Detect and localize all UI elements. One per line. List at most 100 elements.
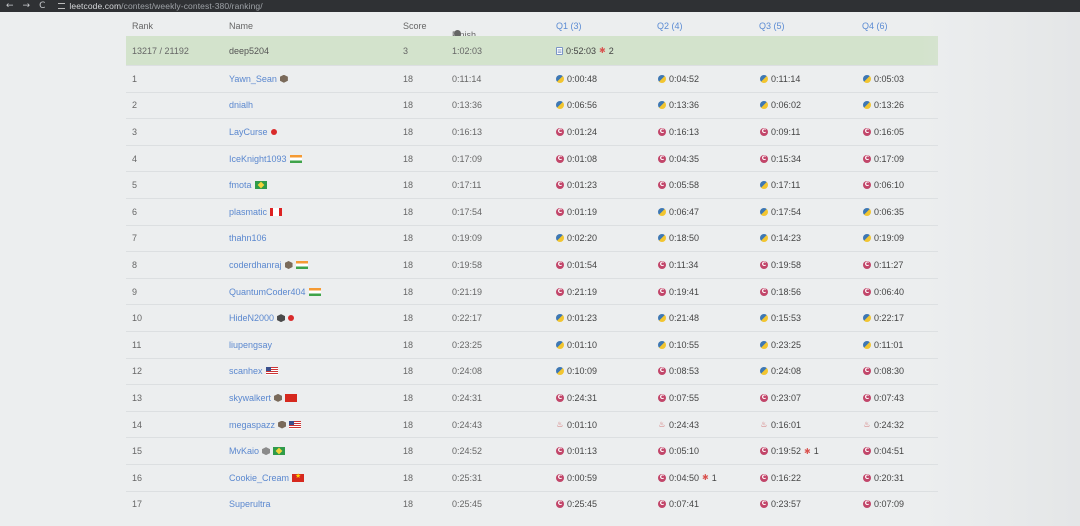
submission-cell[interactable]: C 0:01:08 bbox=[556, 154, 597, 164]
username-link[interactable]: liupengsay bbox=[229, 340, 272, 350]
submission-cell[interactable]: C 0:25:45 bbox=[556, 499, 597, 509]
submission-cell[interactable]: C 0:18:56 bbox=[760, 287, 801, 297]
submission-cell[interactable]: 0:10:55 bbox=[658, 340, 699, 350]
username-link[interactable]: MvKaio bbox=[229, 446, 259, 456]
username-cell[interactable]: coderdhanraj bbox=[229, 260, 308, 270]
submission-cell[interactable]: C 0:05:10 bbox=[658, 446, 699, 456]
submission-cell[interactable]: C 0:09:11 bbox=[760, 127, 800, 137]
username-cell[interactable]: scanhex bbox=[229, 366, 278, 376]
header-q1[interactable]: Q1 (3) bbox=[556, 21, 582, 31]
submission-cell[interactable]: C 0:05:58 bbox=[658, 180, 699, 190]
submission-cell[interactable]: C 0:19:52 ✱ 1 bbox=[760, 446, 819, 456]
submission-cell[interactable]: ♨ 0:01:10 bbox=[556, 420, 597, 430]
username-cell[interactable]: dnialh bbox=[229, 100, 253, 110]
username-link[interactable]: skywalkert bbox=[229, 393, 271, 403]
username-cell[interactable]: megaspazz bbox=[229, 420, 302, 430]
header-q2[interactable]: Q2 (4) bbox=[657, 21, 683, 31]
username-cell[interactable]: Cookie_Cream bbox=[229, 472, 305, 483]
username-cell[interactable]: MvKaio bbox=[229, 446, 286, 456]
submission-cell[interactable]: 0:14:23 bbox=[760, 233, 801, 243]
reload-icon[interactable]: C bbox=[39, 1, 45, 11]
submission-cell[interactable]: 0:01:10 bbox=[556, 340, 597, 350]
submission-cell[interactable]: C 0:11:27 bbox=[863, 260, 903, 270]
username-link[interactable]: thahn106 bbox=[229, 233, 267, 243]
submission-cell[interactable]: 0:06:47 bbox=[658, 207, 699, 217]
submission-cell[interactable]: C 0:04:50 ✱ 1 bbox=[658, 473, 717, 483]
submission-cell[interactable]: 0:00:48 bbox=[556, 74, 597, 84]
submission-cell[interactable]: 0:13:26 bbox=[863, 100, 904, 110]
submission-cell[interactable]: C 0:01:24 bbox=[556, 127, 597, 137]
my-q1-cell[interactable]: ≡ 0:52:03 ✱ 2 bbox=[556, 46, 614, 56]
submission-cell[interactable]: C 0:07:09 bbox=[863, 499, 904, 509]
username-cell[interactable]: HideN2000 bbox=[229, 313, 295, 323]
username-link[interactable]: fmota bbox=[229, 180, 252, 190]
submission-cell[interactable]: C 0:07:41 bbox=[658, 499, 699, 509]
submission-cell[interactable]: C 0:07:55 bbox=[658, 393, 699, 403]
username-cell[interactable]: IceKnight1093 bbox=[229, 154, 302, 164]
submission-cell[interactable]: 0:06:02 bbox=[760, 100, 801, 110]
username-link[interactable]: Yawn_Sean bbox=[229, 74, 277, 84]
submission-cell[interactable]: 0:17:11 bbox=[760, 180, 800, 190]
submission-cell[interactable]: ♨ 0:24:43 bbox=[658, 420, 699, 430]
submission-cell[interactable]: 0:02:20 bbox=[556, 233, 597, 243]
submission-cell[interactable]: C 0:19:41 bbox=[658, 287, 699, 297]
header-q4[interactable]: Q4 (6) bbox=[862, 21, 888, 31]
submission-cell[interactable]: C 0:20:31 bbox=[863, 473, 904, 483]
submission-cell[interactable]: C 0:16:13 bbox=[658, 127, 699, 137]
submission-cell[interactable]: 0:22:17 bbox=[863, 313, 904, 323]
submission-cell[interactable]: 0:06:56 bbox=[556, 100, 597, 110]
username-link[interactable]: Cookie_Cream bbox=[229, 473, 289, 483]
username-cell[interactable]: LayCurse bbox=[229, 127, 277, 137]
username-cell[interactable]: QuantumCoder404 bbox=[229, 287, 321, 297]
submission-cell[interactable]: C 0:24:31 bbox=[556, 393, 597, 403]
username-link[interactable]: IceKnight1093 bbox=[229, 154, 287, 164]
username-link[interactable]: megaspazz bbox=[229, 420, 275, 430]
username-cell[interactable]: skywalkert bbox=[229, 393, 298, 403]
submission-cell[interactable]: C 0:16:05 bbox=[863, 127, 904, 137]
submission-cell[interactable]: C 0:01:19 bbox=[556, 207, 597, 217]
submission-cell[interactable]: 0:21:48 bbox=[658, 313, 699, 323]
username-cell[interactable]: thahn106 bbox=[229, 233, 267, 243]
submission-cell[interactable]: 0:11:14 bbox=[760, 74, 800, 84]
submission-cell[interactable]: C 0:21:19 bbox=[556, 287, 597, 297]
submission-cell[interactable]: C 0:06:10 bbox=[863, 180, 904, 190]
submission-cell[interactable]: C 0:07:43 bbox=[863, 393, 904, 403]
submission-cell[interactable]: 0:15:53 bbox=[760, 313, 801, 323]
submission-cell[interactable]: C 0:16:22 bbox=[760, 473, 801, 483]
username-link[interactable]: QuantumCoder404 bbox=[229, 287, 306, 297]
back-arrow-icon[interactable]: ← bbox=[6, 1, 14, 11]
submission-cell[interactable]: C 0:04:51 bbox=[863, 446, 904, 456]
submission-cell[interactable]: 0:06:35 bbox=[863, 207, 904, 217]
username-link[interactable]: Superultra bbox=[229, 499, 271, 509]
username-link[interactable]: LayCurse bbox=[229, 127, 268, 137]
username-cell[interactable]: Superultra bbox=[229, 499, 271, 509]
submission-cell[interactable]: C 0:01:13 bbox=[556, 446, 597, 456]
submission-cell[interactable]: 0:10:09 bbox=[556, 366, 597, 376]
submission-cell[interactable]: C 0:23:57 bbox=[760, 499, 801, 509]
submission-cell[interactable]: C 0:23:07 bbox=[760, 393, 801, 403]
username-cell[interactable]: fmota bbox=[229, 180, 267, 190]
submission-cell[interactable]: 0:04:52 bbox=[658, 74, 699, 84]
submission-cell[interactable]: C 0:06:40 bbox=[863, 287, 904, 297]
submission-cell[interactable]: 0:23:25 bbox=[760, 340, 801, 350]
username-link[interactable]: coderdhanraj bbox=[229, 260, 282, 270]
site-settings-icon[interactable] bbox=[58, 3, 66, 9]
submission-cell[interactable]: 0:18:50 bbox=[658, 233, 699, 243]
username-cell[interactable]: Yawn_Sean bbox=[229, 74, 288, 84]
submission-cell[interactable]: C 0:04:35 bbox=[658, 154, 699, 164]
forward-arrow-icon[interactable]: → bbox=[23, 1, 31, 11]
submission-cell[interactable]: ♨ 0:16:01 bbox=[760, 420, 801, 430]
username-link[interactable]: plasmatic bbox=[229, 207, 267, 217]
header-q3[interactable]: Q3 (5) bbox=[759, 21, 785, 31]
submission-cell[interactable]: C 0:19:58 bbox=[760, 260, 801, 270]
username-link[interactable]: dnialh bbox=[229, 100, 253, 110]
username-cell[interactable]: plasmatic bbox=[229, 207, 283, 217]
submission-cell[interactable]: C 0:17:09 bbox=[863, 154, 904, 164]
submission-cell[interactable]: C 0:01:23 bbox=[556, 180, 597, 190]
submission-cell[interactable]: 0:24:08 bbox=[760, 366, 801, 376]
submission-cell[interactable]: C 0:00:59 bbox=[556, 473, 597, 483]
submission-cell[interactable]: 0:13:36 bbox=[658, 100, 699, 110]
submission-cell[interactable]: ♨ 0:24:32 bbox=[863, 420, 904, 430]
submission-cell[interactable]: C 0:11:34 bbox=[658, 260, 698, 270]
submission-cell[interactable]: 0:11:01 bbox=[863, 340, 903, 350]
